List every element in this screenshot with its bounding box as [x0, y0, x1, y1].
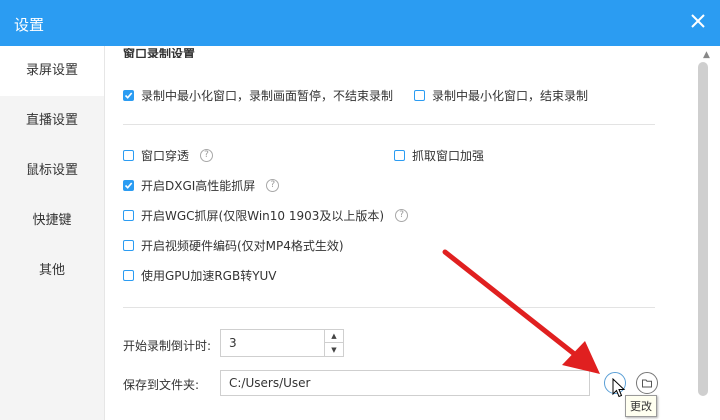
spin-up-icon[interactable]: ▲: [325, 330, 343, 343]
sidebar: 录屏设置 直播设置 鼠标设置 快捷键 其他: [0, 46, 105, 420]
countdown-label: 开始录制倒计时:: [123, 339, 212, 353]
capture-enhance-checkbox[interactable]: 抓取窗口加强: [394, 146, 484, 164]
help-icon[interactable]: ?: [266, 178, 280, 192]
sidebar-item-label: 快捷键: [32, 213, 72, 228]
change-tooltip: 更改: [625, 395, 657, 417]
save-path-input[interactable]: C:/Users/User: [220, 370, 590, 396]
sidebar-item-label: 录屏设置: [25, 63, 78, 78]
minimize-pause-checkbox[interactable]: 录制中最小化窗口，录制画面暂停，不结束录制: [123, 86, 393, 104]
title-bar: 设置: [0, 0, 720, 46]
checkbox-label: 使用GPU加速RGB转YUV: [141, 268, 277, 283]
checkbox-unchecked-icon[interactable]: [123, 239, 134, 251]
hardware-encode-checkbox[interactable]: 开启视频硬件编码(仅对MP4格式生效): [123, 236, 344, 254]
checkbox-label: 录制中最小化窗口，录制画面暂停，不结束录制: [141, 88, 394, 103]
sidebar-item-label: 鼠标设置: [25, 163, 78, 178]
spin-buttons: ▲ ▼: [324, 330, 343, 356]
sidebar-item-label: 直播设置: [25, 113, 78, 128]
checkbox-label: 开启视频硬件编码(仅对MP4格式生效): [141, 238, 344, 253]
spin-down-icon[interactable]: ▼: [325, 343, 343, 356]
checkbox-unchecked-icon[interactable]: [394, 149, 405, 161]
scroll-up-icon[interactable]: ▲: [703, 50, 710, 60]
checkbox-label: 窗口穿透: [141, 148, 190, 163]
checkbox-checked-icon[interactable]: [123, 179, 134, 191]
checkbox-unchecked-icon[interactable]: [414, 89, 425, 101]
scrollbar-thumb[interactable]: [698, 62, 708, 396]
checkbox-checked-icon[interactable]: [123, 89, 134, 101]
minimize-stop-checkbox[interactable]: 录制中最小化窗口，结束录制: [414, 86, 588, 104]
countdown-spinbox[interactable]: 3 ▲ ▼: [220, 329, 344, 357]
checkbox-label: 抓取窗口加强: [412, 148, 485, 163]
sidebar-item-screen-recording[interactable]: 录屏设置: [0, 46, 104, 96]
close-icon[interactable]: [688, 11, 708, 31]
wgc-checkbox[interactable]: 开启WGC抓屏(仅限Win10 1903及以上版本) ?: [123, 206, 409, 224]
checkbox-label: 开启WGC抓屏(仅限Win10 1903及以上版本): [141, 208, 385, 223]
settings-content: 窗口录制设置 录制中最小化窗口，录制画面暂停，不结束录制 录制中最小化窗口，结束…: [105, 46, 695, 420]
checkbox-unchecked-icon[interactable]: [123, 269, 134, 281]
divider: [123, 307, 655, 308]
countdown-value[interactable]: 3: [229, 336, 237, 350]
open-folder-button[interactable]: [636, 372, 658, 394]
sidebar-item-live-streaming[interactable]: 直播设置: [0, 96, 104, 146]
window-through-checkbox[interactable]: 窗口穿透 ?: [123, 146, 214, 164]
folder-icon: [642, 379, 652, 388]
divider: [123, 124, 655, 125]
sidebar-item-mouse[interactable]: 鼠标设置: [0, 146, 104, 196]
sidebar-item-hotkeys[interactable]: 快捷键: [0, 196, 104, 246]
gpu-rgb-checkbox[interactable]: 使用GPU加速RGB转YUV: [123, 266, 277, 284]
mouse-cursor-icon: [612, 378, 626, 398]
checkbox-unchecked-icon[interactable]: [123, 149, 134, 161]
checkbox-unchecked-icon[interactable]: [123, 209, 134, 221]
save-folder-label: 保存到文件夹:: [123, 378, 200, 392]
help-icon[interactable]: ?: [395, 208, 409, 222]
checkbox-label: 开启DXGI高性能抓屏: [141, 178, 256, 193]
dxgi-checkbox[interactable]: 开启DXGI高性能抓屏 ?: [123, 176, 280, 194]
window-title: 设置: [14, 16, 45, 34]
checkbox-label: 录制中最小化窗口，结束录制: [432, 88, 589, 103]
sidebar-item-other[interactable]: 其他: [0, 246, 104, 296]
section-title: 窗口录制设置: [123, 48, 196, 58]
settings-window: 设置 录屏设置 直播设置 鼠标设置 快捷键 其他 窗口录制设置 录制中最小化窗口…: [0, 0, 720, 420]
help-icon[interactable]: ?: [200, 148, 214, 162]
sidebar-item-label: 其他: [38, 263, 65, 278]
